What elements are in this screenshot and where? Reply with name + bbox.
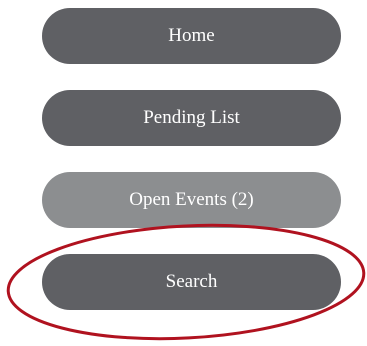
pending-list-button[interactable]: Pending List (42, 90, 341, 146)
open-events-button[interactable]: Open Events (2) (42, 172, 341, 228)
home-button[interactable]: Home (42, 8, 341, 64)
search-button[interactable]: Search (42, 254, 341, 310)
sidebar-nav: Home Pending List Open Events (2) Search (0, 0, 367, 346)
